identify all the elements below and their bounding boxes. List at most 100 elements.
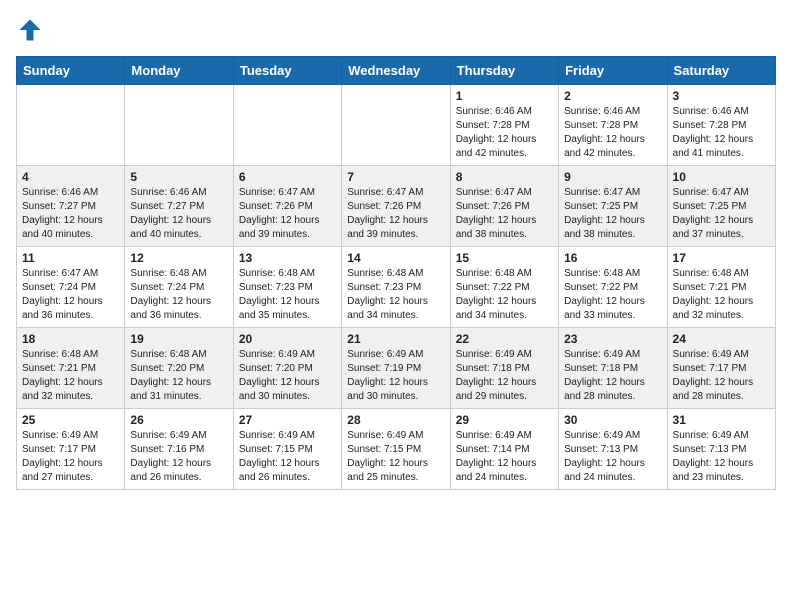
- day-number: 14: [347, 251, 444, 265]
- day-info: Sunrise: 6:47 AM Sunset: 7:24 PM Dayligh…: [22, 267, 119, 323]
- day-number: 7: [347, 170, 444, 184]
- day-info: Sunrise: 6:49 AM Sunset: 7:19 PM Dayligh…: [347, 348, 444, 404]
- calendar-cell: 25 Sunrise: 6:49 AM Sunset: 7:17 PM Dayli…: [17, 409, 125, 490]
- calendar-day-header: Wednesday: [342, 57, 450, 85]
- day-number: 23: [564, 332, 661, 346]
- calendar-cell: 31 Sunrise: 6:49 AM Sunset: 7:13 PM Dayli…: [667, 409, 775, 490]
- day-number: 17: [673, 251, 770, 265]
- day-info: Sunrise: 6:47 AM Sunset: 7:26 PM Dayligh…: [456, 186, 553, 242]
- day-info: Sunrise: 6:49 AM Sunset: 7:14 PM Dayligh…: [456, 429, 553, 485]
- day-info: Sunrise: 6:49 AM Sunset: 7:18 PM Dayligh…: [456, 348, 553, 404]
- calendar-cell: 18 Sunrise: 6:48 AM Sunset: 7:21 PM Dayli…: [17, 328, 125, 409]
- day-info: Sunrise: 6:48 AM Sunset: 7:23 PM Dayligh…: [239, 267, 336, 323]
- day-number: 30: [564, 413, 661, 427]
- calendar-day-header: Monday: [125, 57, 233, 85]
- logo: [16, 16, 48, 44]
- calendar-day-header: Saturday: [667, 57, 775, 85]
- day-number: 26: [130, 413, 227, 427]
- page-header: [16, 16, 776, 44]
- calendar-cell: 4Sunrise: 6:46 AM Sunset: 7:27 PM Daylig…: [17, 166, 125, 247]
- day-info: Sunrise: 6:49 AM Sunset: 7:20 PM Dayligh…: [239, 348, 336, 404]
- calendar-cell: [125, 85, 233, 166]
- day-number: 22: [456, 332, 553, 346]
- calendar-day-header: Sunday: [17, 57, 125, 85]
- day-info: Sunrise: 6:48 AM Sunset: 7:20 PM Dayligh…: [130, 348, 227, 404]
- day-info: Sunrise: 6:49 AM Sunset: 7:13 PM Dayligh…: [564, 429, 661, 485]
- calendar-cell: 29Sunrise: 6:49 AM Sunset: 7:14 PM Dayli…: [450, 409, 558, 490]
- calendar-day-header: Tuesday: [233, 57, 341, 85]
- day-number: 5: [130, 170, 227, 184]
- calendar-cell: 21 Sunrise: 6:49 AM Sunset: 7:19 PM Dayli…: [342, 328, 450, 409]
- calendar-cell: 28Sunrise: 6:49 AM Sunset: 7:15 PM Dayli…: [342, 409, 450, 490]
- day-info: Sunrise: 6:46 AM Sunset: 7:28 PM Dayligh…: [673, 105, 770, 161]
- calendar-cell: 22 Sunrise: 6:49 AM Sunset: 7:18 PM Dayli…: [450, 328, 558, 409]
- calendar-cell: 5Sunrise: 6:46 AM Sunset: 7:27 PM Daylig…: [125, 166, 233, 247]
- calendar-cell: 13 Sunrise: 6:48 AM Sunset: 7:23 PM Dayli…: [233, 247, 341, 328]
- day-number: 15: [456, 251, 553, 265]
- day-info: Sunrise: 6:49 AM Sunset: 7:18 PM Dayligh…: [564, 348, 661, 404]
- day-number: 18: [22, 332, 119, 346]
- calendar-table: SundayMondayTuesdayWednesdayThursdayFrid…: [16, 56, 776, 490]
- calendar-week-row: 1 Sunrise: 6:46 AM Sunset: 7:28 PM Daylig…: [17, 85, 776, 166]
- day-number: 16: [564, 251, 661, 265]
- day-number: 19: [130, 332, 227, 346]
- calendar-cell: [342, 85, 450, 166]
- day-number: 25: [22, 413, 119, 427]
- calendar-cell: 30 Sunrise: 6:49 AM Sunset: 7:13 PM Dayli…: [559, 409, 667, 490]
- calendar-cell: 16 Sunrise: 6:48 AM Sunset: 7:22 PM Dayli…: [559, 247, 667, 328]
- day-info: Sunrise: 6:48 AM Sunset: 7:24 PM Dayligh…: [130, 267, 227, 323]
- day-number: 11: [22, 251, 119, 265]
- day-info: Sunrise: 6:49 AM Sunset: 7:17 PM Dayligh…: [22, 429, 119, 485]
- calendar-day-header: Thursday: [450, 57, 558, 85]
- day-number: 9: [564, 170, 661, 184]
- calendar-cell: 1 Sunrise: 6:46 AM Sunset: 7:28 PM Daylig…: [450, 85, 558, 166]
- calendar-header-row: SundayMondayTuesdayWednesdayThursdayFrid…: [17, 57, 776, 85]
- day-number: 28: [347, 413, 444, 427]
- day-info: Sunrise: 6:47 AM Sunset: 7:26 PM Dayligh…: [347, 186, 444, 242]
- day-info: Sunrise: 6:48 AM Sunset: 7:22 PM Dayligh…: [564, 267, 661, 323]
- day-info: Sunrise: 6:49 AM Sunset: 7:17 PM Dayligh…: [673, 348, 770, 404]
- calendar-cell: 11 Sunrise: 6:47 AM Sunset: 7:24 PM Dayli…: [17, 247, 125, 328]
- day-number: 2: [564, 89, 661, 103]
- day-number: 31: [673, 413, 770, 427]
- calendar-week-row: 11 Sunrise: 6:47 AM Sunset: 7:24 PM Dayli…: [17, 247, 776, 328]
- calendar-week-row: 4Sunrise: 6:46 AM Sunset: 7:27 PM Daylig…: [17, 166, 776, 247]
- day-info: Sunrise: 6:46 AM Sunset: 7:28 PM Dayligh…: [456, 105, 553, 161]
- calendar-cell: [17, 85, 125, 166]
- day-number: 20: [239, 332, 336, 346]
- day-info: Sunrise: 6:48 AM Sunset: 7:21 PM Dayligh…: [673, 267, 770, 323]
- calendar-cell: 23 Sunrise: 6:49 AM Sunset: 7:18 PM Dayli…: [559, 328, 667, 409]
- day-number: 21: [347, 332, 444, 346]
- calendar-week-row: 25 Sunrise: 6:49 AM Sunset: 7:17 PM Dayli…: [17, 409, 776, 490]
- calendar-cell: 24Sunrise: 6:49 AM Sunset: 7:17 PM Dayli…: [667, 328, 775, 409]
- day-number: 27: [239, 413, 336, 427]
- day-info: Sunrise: 6:47 AM Sunset: 7:25 PM Dayligh…: [564, 186, 661, 242]
- calendar-cell: 7 Sunrise: 6:47 AM Sunset: 7:26 PM Daylig…: [342, 166, 450, 247]
- calendar-week-row: 18 Sunrise: 6:48 AM Sunset: 7:21 PM Dayli…: [17, 328, 776, 409]
- day-info: Sunrise: 6:48 AM Sunset: 7:23 PM Dayligh…: [347, 267, 444, 323]
- day-number: 13: [239, 251, 336, 265]
- calendar-cell: 20 Sunrise: 6:49 AM Sunset: 7:20 PM Dayli…: [233, 328, 341, 409]
- calendar-cell: 2 Sunrise: 6:46 AM Sunset: 7:28 PM Daylig…: [559, 85, 667, 166]
- calendar-cell: 3 Sunrise: 6:46 AM Sunset: 7:28 PM Daylig…: [667, 85, 775, 166]
- day-info: Sunrise: 6:47 AM Sunset: 7:26 PM Dayligh…: [239, 186, 336, 242]
- calendar-cell: 10 Sunrise: 6:47 AM Sunset: 7:25 PM Dayli…: [667, 166, 775, 247]
- day-info: Sunrise: 6:49 AM Sunset: 7:13 PM Dayligh…: [673, 429, 770, 485]
- calendar-cell: 12 Sunrise: 6:48 AM Sunset: 7:24 PM Dayli…: [125, 247, 233, 328]
- logo-icon: [16, 16, 44, 44]
- calendar-cell: 17 Sunrise: 6:48 AM Sunset: 7:21 PM Dayli…: [667, 247, 775, 328]
- calendar-cell: 27Sunrise: 6:49 AM Sunset: 7:15 PM Dayli…: [233, 409, 341, 490]
- day-info: Sunrise: 6:46 AM Sunset: 7:28 PM Dayligh…: [564, 105, 661, 161]
- day-number: 8: [456, 170, 553, 184]
- calendar-cell: 6Sunrise: 6:47 AM Sunset: 7:26 PM Daylig…: [233, 166, 341, 247]
- calendar-day-header: Friday: [559, 57, 667, 85]
- calendar-cell: 8 Sunrise: 6:47 AM Sunset: 7:26 PM Daylig…: [450, 166, 558, 247]
- day-info: Sunrise: 6:47 AM Sunset: 7:25 PM Dayligh…: [673, 186, 770, 242]
- calendar-cell: 15Sunrise: 6:48 AM Sunset: 7:22 PM Dayli…: [450, 247, 558, 328]
- day-number: 1: [456, 89, 553, 103]
- day-number: 10: [673, 170, 770, 184]
- day-info: Sunrise: 6:48 AM Sunset: 7:21 PM Dayligh…: [22, 348, 119, 404]
- day-info: Sunrise: 6:46 AM Sunset: 7:27 PM Dayligh…: [22, 186, 119, 242]
- day-number: 12: [130, 251, 227, 265]
- day-number: 3: [673, 89, 770, 103]
